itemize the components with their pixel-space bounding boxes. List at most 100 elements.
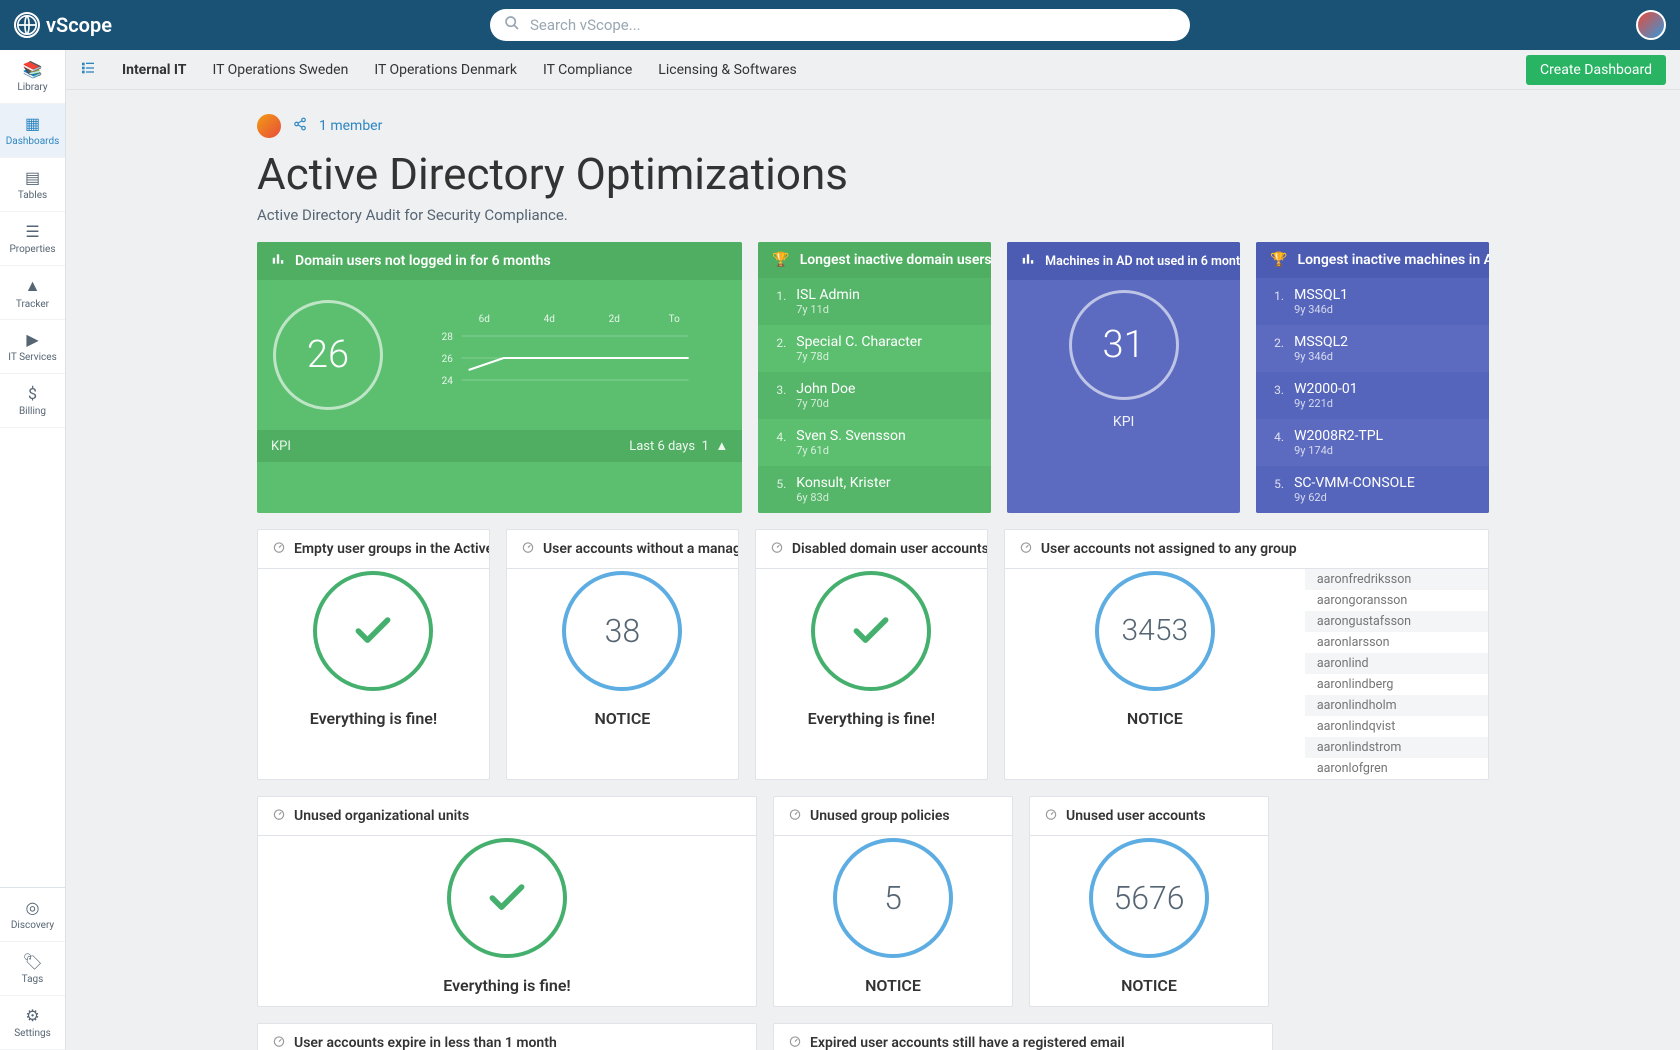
status-text: NOTICE	[1127, 709, 1183, 738]
meta-row: 1 member	[257, 114, 1489, 138]
kpi-card-machines[interactable]: Machines in AD not used in 6 months 31 K…	[1007, 242, 1240, 513]
kpi-footer-right: Last 6 days 1 ▲	[629, 438, 728, 454]
card-header: Expired user accounts still have a regis…	[774, 1024, 1272, 1050]
kpi-card-domain-users[interactable]: Domain users not logged in for 6 months …	[257, 242, 742, 513]
row-gauges-3: User accounts expire in less than 1 mont…	[257, 1023, 1489, 1050]
search-input[interactable]	[490, 9, 1190, 41]
gauge-card[interactable]: Expired user accounts still have a regis…	[773, 1023, 1273, 1050]
rank-title: Longest inactive domain users	[800, 252, 991, 268]
rank-card-inactive-machines[interactable]: 🏆 Longest inactive machines in AD 1.MSSQ…	[1256, 242, 1489, 513]
rank-item[interactable]: 1.MSSQL19y 346d	[1256, 278, 1489, 325]
kpi-label: KPI	[1007, 410, 1240, 442]
rail-item-tracker[interactable]: ▲Tracker	[0, 266, 65, 320]
rank-item[interactable]: 4.Sven S. Svensson7y 61d	[758, 419, 991, 466]
page-title: Active Directory Optimizations	[257, 148, 1489, 200]
rail-item-discovery[interactable]: ◎Discovery	[0, 888, 65, 942]
list-item[interactable]: aarongustafsson	[1305, 611, 1488, 632]
rail-item-it-services[interactable]: ▶IT Services	[0, 320, 65, 374]
rail-item-billing[interactable]: $Billing	[0, 374, 65, 428]
rank-item[interactable]: 5.Konsult, Krister6y 83d	[758, 466, 991, 513]
tags-icon: 🏷	[22, 952, 42, 971]
share-icon[interactable]	[293, 117, 307, 135]
list-item[interactable]: aarongoransson	[1305, 590, 1488, 611]
logo-text: vScope	[46, 13, 112, 37]
owner-avatar[interactable]	[257, 114, 281, 138]
subnav-link-licensing-softwares[interactable]: Licensing & Softwares	[658, 62, 796, 78]
kpi-header: Domain users not logged in for 6 months	[257, 242, 742, 280]
kpi-label: KPI	[271, 439, 291, 454]
gauge-icon	[788, 1034, 802, 1050]
row-gauges-1: Empty user groups in the Active Dir...Ev…	[257, 529, 1489, 780]
search-container	[490, 9, 1190, 41]
gauge-card[interactable]: Empty user groups in the Active Dir...Ev…	[257, 529, 490, 780]
gauge-icon	[1044, 807, 1058, 825]
status-text: Everything is fine!	[310, 709, 437, 738]
list-item[interactable]: aaronlindqvist	[1305, 716, 1488, 737]
rank-list: 1.MSSQL19y 346d2.MSSQL29y 346d3.W2000-01…	[1256, 278, 1489, 513]
card-header: User accounts expire in less than 1 mont…	[258, 1024, 756, 1050]
gauge-card[interactable]: Unused organizational unitsEverything is…	[257, 796, 757, 1007]
gauge-card[interactable]: User accounts expire in less than 1 mont…	[257, 1023, 757, 1050]
member-count[interactable]: 1 member	[319, 118, 382, 134]
kpi-value-circle: 31	[1069, 290, 1179, 400]
svg-text:2d: 2d	[609, 314, 620, 325]
rank-item[interactable]: 1.ISL Admin7y 11d	[758, 278, 991, 325]
rail-item-tags[interactable]: 🏷Tags	[0, 942, 65, 996]
rank-card-inactive-users[interactable]: 🏆 Longest inactive domain users 1.ISL Ad…	[758, 242, 991, 513]
list-item[interactable]: aaronlindberg	[1305, 674, 1488, 695]
check-icon	[313, 571, 433, 691]
list-item[interactable]: aaronfredriksson	[1305, 569, 1488, 590]
logo[interactable]: vScope	[14, 12, 112, 38]
rail-item-properties[interactable]: ☰Properties	[0, 212, 65, 266]
gauge-value: 38	[562, 571, 682, 691]
rank-item[interactable]: 2.Special C. Character7y 78d	[758, 325, 991, 372]
rank-item[interactable]: 4.W2008R2-TPL9y 174d	[1256, 419, 1489, 466]
list-item[interactable]: aaronlind	[1305, 653, 1488, 674]
dashboard-list-icon[interactable]	[80, 60, 96, 80]
globe-icon	[14, 12, 40, 38]
list-item[interactable]: aaronlindstrom	[1305, 737, 1488, 758]
check-icon	[811, 571, 931, 691]
svg-text:4d: 4d	[544, 314, 555, 325]
list-item[interactable]: aaronlofgren	[1305, 758, 1488, 779]
kpi-body: 26 6d4d2dTo 282624	[257, 280, 742, 430]
trophy-icon: 🏆	[772, 252, 789, 268]
rank-item[interactable]: 5.SC-VMM-CONSOLE9y 62d	[1256, 466, 1489, 513]
gauge-value: 5	[833, 838, 953, 958]
main-scroll[interactable]: 1 member Active Directory Optimizations …	[66, 90, 1680, 1050]
subnav: Internal IT IT Operations Sweden IT Operat…	[66, 50, 1680, 90]
gauge-card[interactable]: Unused user accounts5676NOTICE	[1029, 796, 1269, 1007]
subnav-link-internal-it[interactable]: Internal IT	[122, 62, 186, 78]
rank-item[interactable]: 3.John Doe7y 70d	[758, 372, 991, 419]
gauge-card[interactable]: User accounts not assigned to any group3…	[1004, 529, 1489, 780]
svg-text:24: 24	[442, 376, 454, 387]
row-kpi: Domain users not logged in for 6 months …	[257, 242, 1489, 513]
kpi-mini-chart: 6d4d2dTo 282624	[401, 280, 726, 430]
subnav-link-it-operations-sweden[interactable]: IT Operations Sweden	[212, 62, 348, 78]
rank-item[interactable]: 3.W2000-019y 221d	[1256, 372, 1489, 419]
gauge-card[interactable]: User accounts without a manager38NOTICE	[506, 529, 739, 780]
create-dashboard-button[interactable]: Create Dashboard	[1526, 55, 1666, 85]
search-icon	[504, 15, 520, 35]
gauge-card[interactable]: Disabled domain user accounts in di...Ev…	[755, 529, 988, 780]
rail-item-library[interactable]: 📚Library	[0, 50, 65, 104]
gauge-icon	[272, 540, 286, 558]
subnav-link-it-operations-denmark[interactable]: IT Operations Denmark	[374, 62, 517, 78]
rank-item[interactable]: 2.MSSQL29y 346d	[1256, 325, 1489, 372]
user-avatar[interactable]	[1636, 10, 1666, 40]
rail-item-dashboards[interactable]: ▦Dashboards	[0, 104, 65, 158]
rail-item-tables[interactable]: ▤Tables	[0, 158, 65, 212]
subnav-link-it-compliance[interactable]: IT Compliance	[543, 62, 632, 78]
status-text: NOTICE	[594, 709, 650, 738]
list-item[interactable]: aaronlarsson	[1305, 632, 1488, 653]
list-item[interactable]: aaronlindholm	[1305, 695, 1488, 716]
card-header: Disabled domain user accounts in di...	[756, 530, 987, 569]
kpi-value-circle: 26	[273, 300, 383, 410]
gauge-card[interactable]: Unused group policies5NOTICE	[773, 796, 1013, 1007]
svg-text:To: To	[669, 314, 680, 325]
properties-icon: ☰	[25, 222, 39, 241]
rail-item-settings[interactable]: ⚙Settings	[0, 996, 65, 1050]
page-subtitle: Active Directory Audit for Security Comp…	[257, 206, 1489, 224]
svg-text:26: 26	[442, 354, 454, 365]
gauge-value: 3453	[1095, 571, 1215, 691]
